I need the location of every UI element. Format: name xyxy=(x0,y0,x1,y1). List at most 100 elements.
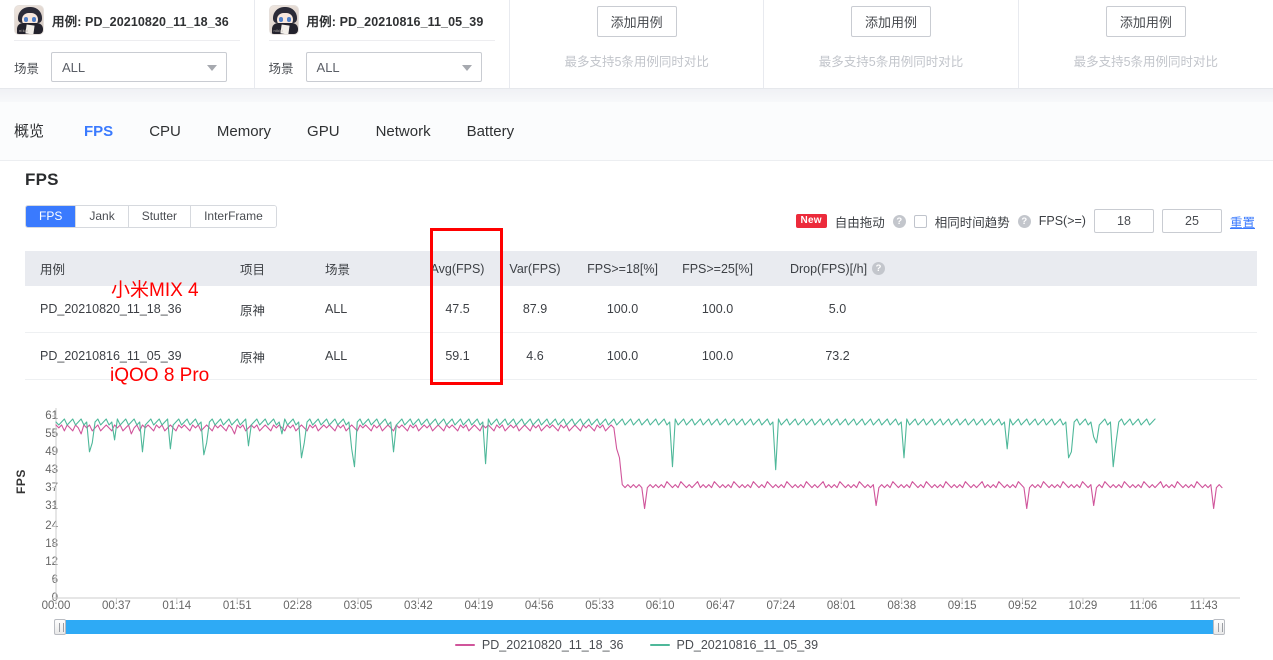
add-case-card-3: 添加用例 最多支持5条用例同时对比 xyxy=(510,0,765,88)
add-case-button[interactable]: 添加用例 xyxy=(1105,6,1186,37)
scene-row-1: 场景 ALL xyxy=(14,52,240,82)
add-case-button[interactable]: 添加用例 xyxy=(851,6,932,37)
col-header-avg-fps: Avg(FPS) xyxy=(430,261,485,276)
chevron-down-icon xyxy=(461,65,472,71)
table-row[interactable]: PD_20210820_11_18_36 原神 ALL 47.5 87.9 10… xyxy=(25,286,1257,333)
x-tick-label: 03:05 xyxy=(343,600,373,612)
metric-tab-cpu[interactable]: CPU xyxy=(131,102,199,161)
help-icon[interactable]: ? xyxy=(892,214,906,228)
metric-tab-概览[interactable]: 概览 xyxy=(14,102,66,161)
metric-tab-fps[interactable]: FPS xyxy=(66,102,131,161)
scene-select-1[interactable]: ALL xyxy=(51,52,228,82)
x-tick-label: 02:28 xyxy=(283,600,313,612)
chart-controls: New 自由拖动 ? 相同时间趋势 ? FPS(>=) 18 25 重置 xyxy=(795,209,1255,233)
help-icon[interactable]: ? xyxy=(872,262,886,275)
app-avatar-icon: nikki xyxy=(268,5,299,35)
x-tick-label: 06:10 xyxy=(645,600,675,612)
add-case-hint: 最多支持5条用例同时对比 xyxy=(818,55,964,69)
legend-item-1[interactable]: PD_20210820_11_18_36 xyxy=(454,638,624,652)
cell-scene: ALL xyxy=(325,302,348,316)
cell-var-fps: 4.6 xyxy=(526,349,544,363)
metric-tab-gpu[interactable]: GPU xyxy=(289,102,358,161)
free-drag-label: 自由拖动 xyxy=(834,215,885,230)
x-tick-label: 04:19 xyxy=(464,600,494,612)
case-name-2: PD_20210816_11_05_39 xyxy=(339,14,484,29)
page-title: FPS xyxy=(25,170,59,189)
case-name-1: PD_20210820_11_18_36 xyxy=(85,14,229,29)
fps-threshold-2-input[interactable]: 25 xyxy=(1161,209,1222,233)
legend-swatch-icon xyxy=(454,644,475,646)
metric-tab-memory[interactable]: Memory xyxy=(199,102,289,161)
cell-scene: ALL xyxy=(325,349,348,363)
fps-subtab-stutter[interactable]: Stutter xyxy=(128,206,192,227)
datazoom-handle-right[interactable] xyxy=(1213,619,1225,635)
fps-subtab-interframe[interactable]: InterFrame xyxy=(191,206,276,227)
metric-tab-battery[interactable]: Battery xyxy=(449,102,533,161)
col-header-project: 项目 xyxy=(240,263,266,277)
x-tick-label: 09:52 xyxy=(1008,600,1037,612)
datazoom-handle-left[interactable] xyxy=(54,619,66,635)
case-card-2-header: nikki 用例: PD_20210816_11_05_39 xyxy=(268,0,496,40)
fps-line-chart[interactable] xyxy=(0,398,1273,608)
x-tick-label: 04:56 xyxy=(524,600,554,612)
case-card-1-header: nikki 用例: PD_20210820_11_18_36 xyxy=(14,0,240,40)
col-header-drop-fps-label: Drop(FPS)[/h] xyxy=(789,261,868,276)
datazoom-selected-range[interactable] xyxy=(56,620,1223,634)
cell-avg-fps: 59.1 xyxy=(445,349,470,363)
case-label-2: 用例: xyxy=(306,14,336,29)
chevron-down-icon xyxy=(207,65,218,71)
scene-select-2-value: ALL xyxy=(316,59,340,75)
col-header-var-fps: Var(FPS) xyxy=(509,261,561,276)
case-label-1: 用例: xyxy=(52,14,82,29)
card-divider-2 xyxy=(268,40,496,41)
fps-subtab-fps[interactable]: FPS xyxy=(26,206,77,227)
cell-drop-fps: 5.0 xyxy=(828,302,847,316)
metric-tab-bar: 概览 FPS CPU Memory GPU Network Battery xyxy=(0,102,1273,161)
table-row[interactable]: PD_20210816_11_05_39 原神 ALL 59.1 4.6 100… xyxy=(25,333,1257,380)
case-cards-strip: nikki 用例: PD_20210820_11_18_36 场景 ALL ni… xyxy=(0,0,1273,88)
scene-label-1: 场景 xyxy=(14,61,40,76)
cell-project: 原神 xyxy=(240,350,266,365)
add-case-hint: 最多支持5条用例同时对比 xyxy=(1073,55,1219,69)
help-icon[interactable]: ? xyxy=(1017,214,1031,228)
metric-tab-network[interactable]: Network xyxy=(358,102,449,161)
cell-case: PD_20210816_11_05_39 xyxy=(40,349,182,363)
same-time-trend-checkbox[interactable] xyxy=(913,214,927,228)
annotation-device-2: iQOO 8 Pro xyxy=(110,365,210,386)
x-tick-label: 11:43 xyxy=(1189,600,1218,612)
col-header-fps-ge-25: FPS>=25[%] xyxy=(682,261,753,276)
fps-subtab-jank[interactable]: Jank xyxy=(76,206,129,227)
cell-drop-fps: 73.2 xyxy=(825,349,850,363)
x-tick-label: 08:01 xyxy=(826,600,856,612)
chart-datazoom-slider[interactable] xyxy=(54,619,1225,635)
x-tick-label: 00:00 xyxy=(41,600,71,612)
new-badge: New xyxy=(795,214,827,228)
cell-fps-ge-25: 100.0 xyxy=(701,349,734,363)
scene-select-2[interactable]: ALL xyxy=(305,52,482,82)
col-header-fps-ge-18: FPS>=18[%] xyxy=(587,261,658,276)
annotation-device-1: 小米MIX 4 xyxy=(111,280,199,301)
cell-fps-ge-18: 100.0 xyxy=(606,349,639,363)
add-case-button[interactable]: 添加用例 xyxy=(596,6,677,37)
x-tick-label: 11:06 xyxy=(1129,600,1158,612)
app-avatar-icon: nikki xyxy=(14,5,44,35)
cell-fps-ge-25: 100.0 xyxy=(701,302,734,316)
x-tick-label: 10:29 xyxy=(1068,600,1098,612)
col-header-scene: 场景 xyxy=(325,263,351,277)
strip-separator xyxy=(0,88,1273,102)
x-axis-ticks: 00:00 00:37 01:14 01:51 02:28 03:05 03:42 04:19… xyxy=(0,600,1273,618)
cell-project: 原神 xyxy=(240,303,266,318)
case-card-2: nikki 用例: PD_20210816_11_05_39 场景 ALL xyxy=(255,0,511,88)
reset-link[interactable]: 重置 xyxy=(1230,212,1255,231)
legend-item-2[interactable]: PD_20210816_11_05_39 xyxy=(649,638,818,652)
scene-select-1-value: ALL xyxy=(62,59,86,75)
add-case-card-4: 添加用例 最多支持5条用例同时对比 xyxy=(764,0,1019,88)
fps-threshold-1-input[interactable]: 18 xyxy=(1093,209,1154,233)
legend-swatch-icon xyxy=(649,644,670,646)
add-case-hint: 最多支持5条用例同时对比 xyxy=(564,55,709,69)
chart-series-line-1 xyxy=(55,424,1223,510)
case-card-1-title: 用例: PD_20210820_11_18_36 xyxy=(52,11,229,30)
case-card-1: nikki 用例: PD_20210820_11_18_36 场景 ALL xyxy=(0,0,255,88)
cell-fps-ge-18: 100.0 xyxy=(606,302,639,316)
fps-threshold-label: FPS(>=) xyxy=(1038,214,1086,228)
